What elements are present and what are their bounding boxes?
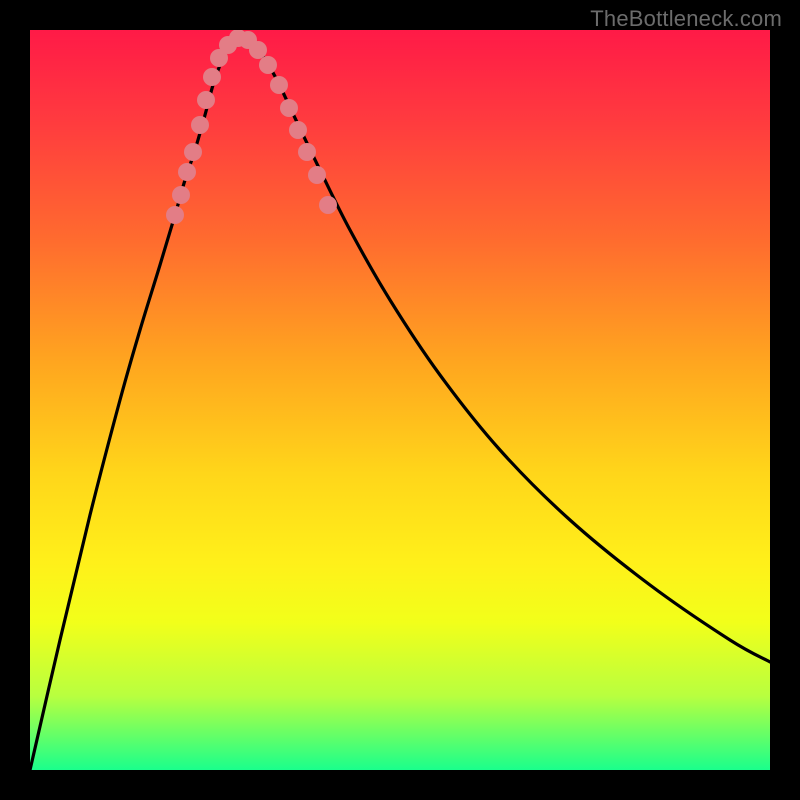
highlight-dot [229, 30, 247, 47]
highlight-dot [172, 186, 190, 204]
highlight-dot [280, 99, 298, 117]
highlight-dot [259, 56, 277, 74]
watermark-text: TheBottleneck.com [590, 6, 782, 32]
highlight-dot [197, 91, 215, 109]
highlight-dot [219, 36, 237, 54]
highlight-dot [203, 68, 221, 86]
highlight-dot [184, 143, 202, 161]
highlight-dot [166, 206, 184, 224]
chart-frame: TheBottleneck.com [0, 0, 800, 800]
highlight-dot [178, 163, 196, 181]
highlight-dot [298, 143, 316, 161]
plot-area [30, 30, 770, 770]
highlight-dot [289, 121, 307, 139]
highlight-dot [210, 49, 228, 67]
highlight-dot [249, 41, 267, 59]
curve-svg [30, 30, 770, 770]
highlight-dot [270, 76, 288, 94]
highlight-dots [166, 30, 337, 224]
highlight-dot [191, 116, 209, 134]
highlight-dot [239, 31, 257, 49]
bottleneck-curve [30, 37, 770, 770]
highlight-dot [308, 166, 326, 184]
highlight-dot [319, 196, 337, 214]
